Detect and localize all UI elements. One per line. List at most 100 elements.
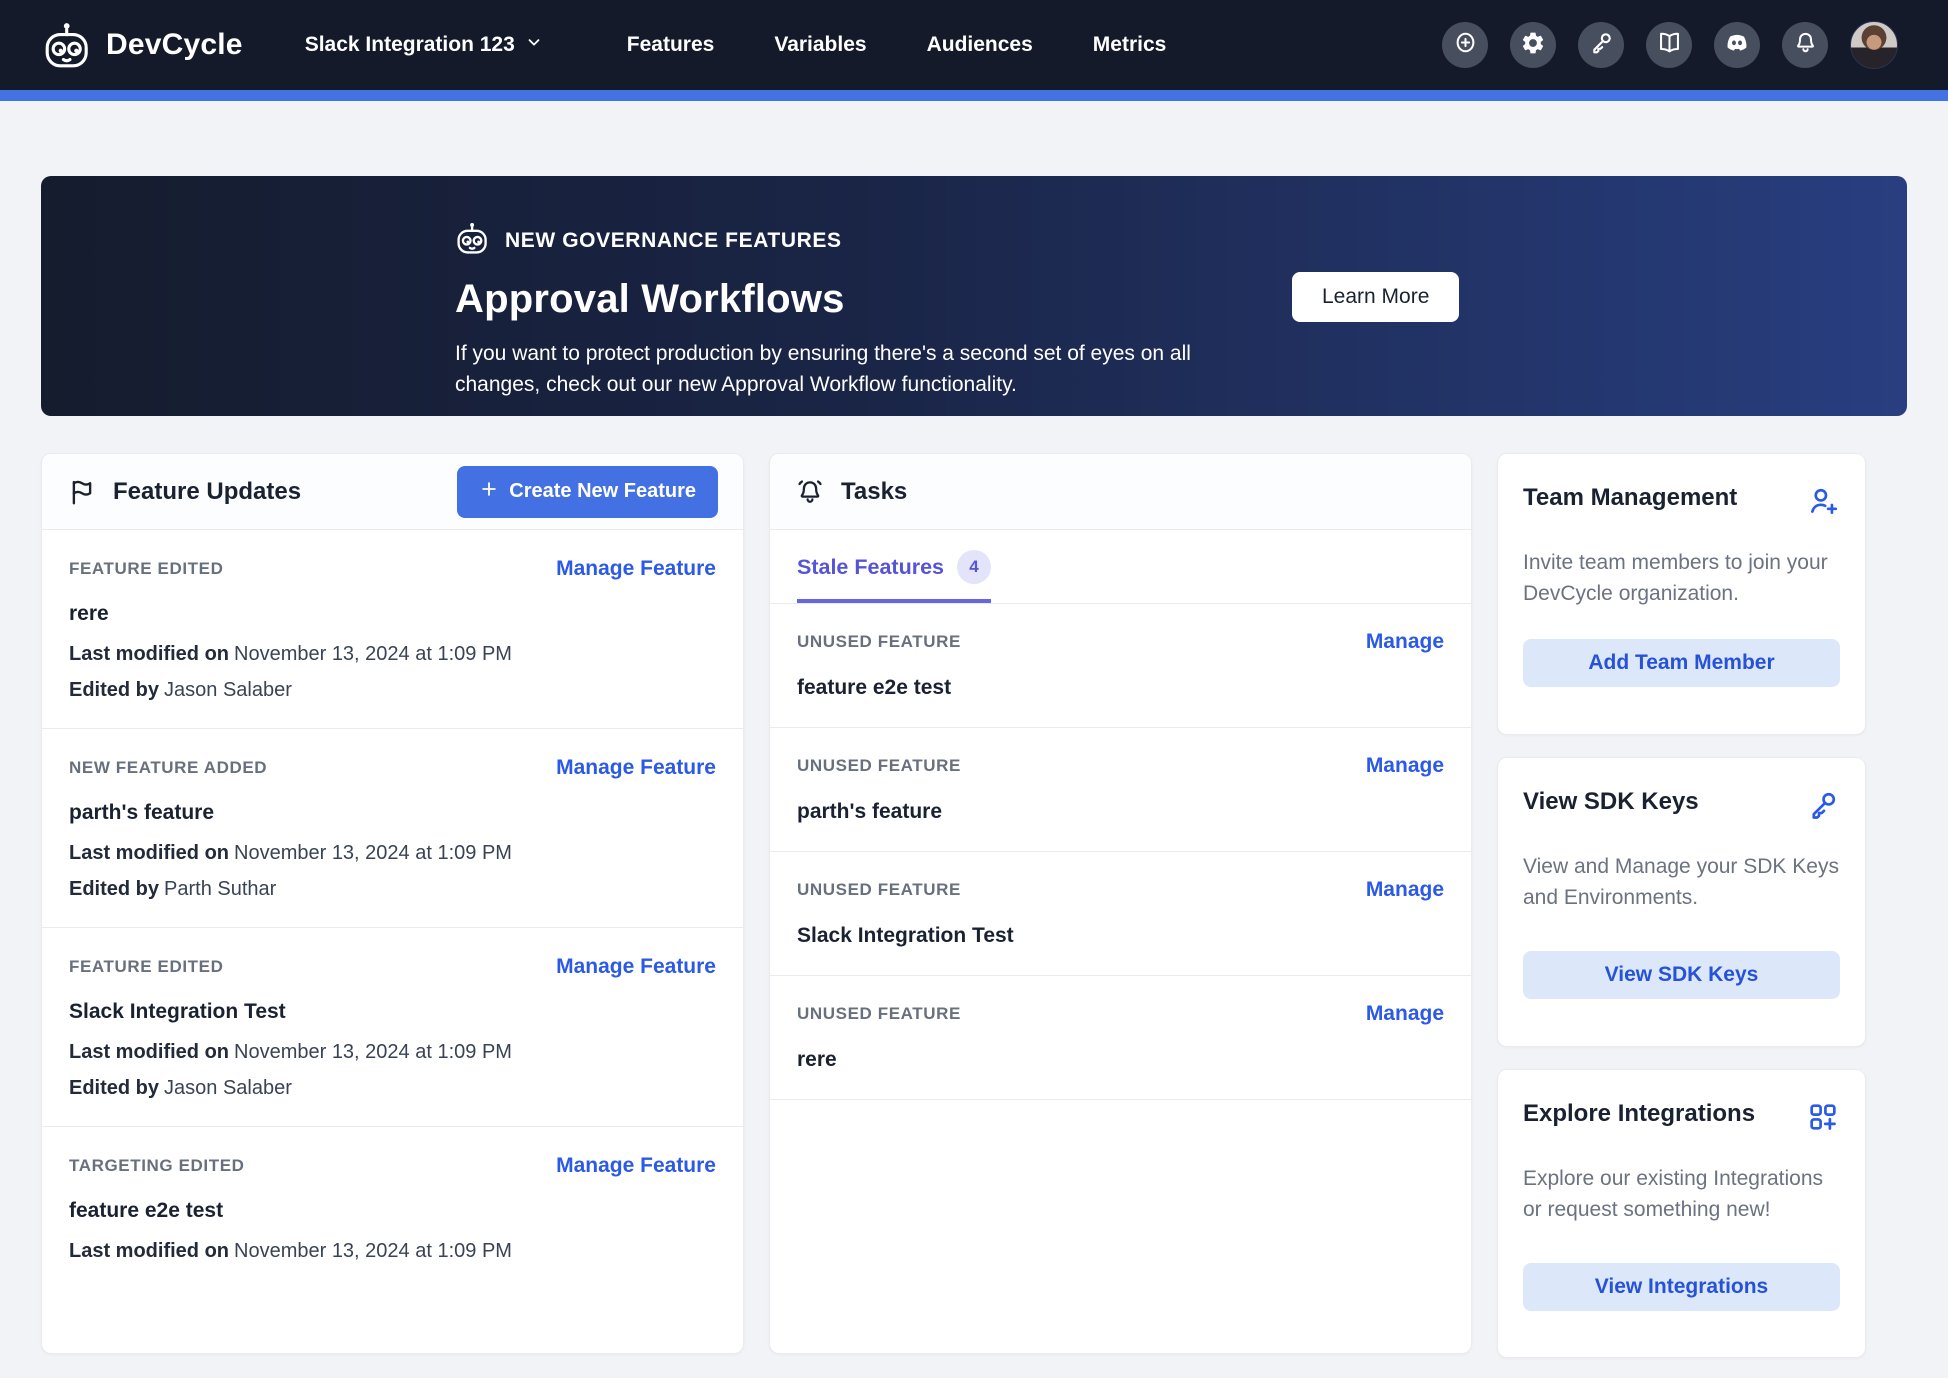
manage-link[interactable]: Manage bbox=[1366, 878, 1444, 902]
tasks-title: Tasks bbox=[841, 478, 907, 506]
entry-edited-by: Edited byJason Salaber bbox=[69, 679, 716, 702]
user-avatar[interactable] bbox=[1850, 21, 1898, 69]
banner-eyebrow: NEW GOVERNANCE FEATURES bbox=[505, 229, 842, 253]
explore-integrations-card: Explore Integrations Explore our existin… bbox=[1497, 1069, 1866, 1358]
robot-icon bbox=[455, 220, 491, 261]
nav-link-features[interactable]: Features bbox=[627, 33, 715, 57]
docs-button[interactable] bbox=[1646, 22, 1692, 68]
view-integrations-button[interactable]: View Integrations bbox=[1523, 1263, 1840, 1311]
banner-description: If you want to protect production by ens… bbox=[455, 338, 1235, 400]
settings-button[interactable] bbox=[1510, 22, 1556, 68]
add-button[interactable] bbox=[1442, 22, 1488, 68]
entry-last-modified: Last modified onNovember 13, 2024 at 1:0… bbox=[69, 643, 716, 666]
bell-icon bbox=[1792, 29, 1819, 61]
feature-update-entry: TARGETING EDITED Manage Feature feature … bbox=[42, 1127, 743, 1289]
entry-last-modified: Last modified onNovember 13, 2024 at 1:0… bbox=[69, 1240, 716, 1263]
plus-icon bbox=[479, 479, 499, 505]
notifications-button[interactable] bbox=[1782, 22, 1828, 68]
entry-type-label: NEW FEATURE ADDED bbox=[69, 758, 267, 778]
manage-feature-link[interactable]: Manage Feature bbox=[556, 557, 716, 581]
banner-title: Approval Workflows bbox=[455, 277, 1235, 322]
devcycle-logo[interactable]: DevCycle bbox=[42, 19, 243, 71]
project-selector[interactable]: Slack Integration 123 bbox=[305, 33, 543, 57]
manage-link[interactable]: Manage bbox=[1366, 630, 1444, 654]
tab-count-badge: 4 bbox=[957, 550, 991, 584]
feature-update-entry: FEATURE EDITED Manage Feature Slack Inte… bbox=[42, 928, 743, 1127]
manage-feature-link[interactable]: Manage Feature bbox=[556, 756, 716, 780]
entry-last-modified: Last modified onNovember 13, 2024 at 1:0… bbox=[69, 842, 716, 865]
add-team-member-button[interactable]: Add Team Member bbox=[1523, 639, 1840, 687]
feature-update-entry: FEATURE EDITED Manage Feature rere Last … bbox=[42, 530, 743, 729]
task-feature-name: rere bbox=[797, 1048, 1444, 1072]
entry-feature-name: feature e2e test bbox=[69, 1199, 716, 1223]
entry-feature-name: Slack Integration Test bbox=[69, 1000, 716, 1024]
flag-icon bbox=[67, 477, 97, 507]
devcycle-robot-icon bbox=[42, 19, 94, 71]
manage-feature-link[interactable]: Manage Feature bbox=[556, 1154, 716, 1178]
entry-last-modified: Last modified onNovember 13, 2024 at 1:0… bbox=[69, 1041, 716, 1064]
explore-integrations-title: Explore Integrations bbox=[1523, 1100, 1755, 1128]
feature-update-entry: NEW FEATURE ADDED Manage Feature parth's… bbox=[42, 729, 743, 928]
team-management-title: Team Management bbox=[1523, 484, 1737, 512]
entry-edited-by: Edited byParth Suthar bbox=[69, 878, 716, 901]
settings-gear-icon bbox=[1520, 30, 1546, 61]
key-icon bbox=[1806, 788, 1840, 827]
nav-link-audiences[interactable]: Audiences bbox=[927, 33, 1033, 57]
task-type-label: UNUSED FEATURE bbox=[797, 632, 961, 652]
learn-more-button[interactable]: Learn More bbox=[1292, 272, 1459, 322]
task-item: UNUSED FEATURE Manage parth's feature bbox=[770, 728, 1471, 852]
entry-feature-name: parth's feature bbox=[69, 801, 716, 825]
entry-type-label: FEATURE EDITED bbox=[69, 957, 223, 977]
chevron-down-icon bbox=[525, 33, 543, 57]
discord-icon bbox=[1723, 29, 1751, 62]
entry-feature-name: rere bbox=[69, 602, 716, 626]
explore-integrations-description: Explore our existing Integrations or req… bbox=[1523, 1163, 1840, 1225]
team-management-description: Invite team members to join your DevCycl… bbox=[1523, 547, 1840, 609]
nav-actions bbox=[1442, 21, 1898, 69]
nav-link-metrics[interactable]: Metrics bbox=[1093, 33, 1167, 57]
manage-feature-link[interactable]: Manage Feature bbox=[556, 955, 716, 979]
task-feature-name: feature e2e test bbox=[797, 676, 1444, 700]
brand-name: DevCycle bbox=[106, 28, 243, 62]
nav-link-variables[interactable]: Variables bbox=[774, 33, 866, 57]
task-type-label: UNUSED FEATURE bbox=[797, 756, 961, 776]
task-type-label: UNUSED FEATURE bbox=[797, 1004, 961, 1024]
tab-label: Stale Features bbox=[797, 555, 944, 580]
create-new-feature-button[interactable]: Create New Feature bbox=[457, 466, 718, 518]
create-new-feature-label: Create New Feature bbox=[509, 480, 696, 503]
task-type-label: UNUSED FEATURE bbox=[797, 880, 961, 900]
add-icon bbox=[1452, 29, 1479, 61]
devcycle-dashboard: DevCycle Slack Integration 123 Features … bbox=[0, 0, 1948, 1378]
entry-type-label: FEATURE EDITED bbox=[69, 559, 223, 579]
task-item: UNUSED FEATURE Manage rere bbox=[770, 976, 1471, 1100]
tab-stale-features[interactable]: Stale Features 4 bbox=[797, 550, 991, 603]
sdk-keys-button[interactable] bbox=[1578, 22, 1624, 68]
tasks-tab-row: Stale Features 4 bbox=[770, 530, 1471, 604]
person-add-icon bbox=[1806, 484, 1840, 523]
discord-button[interactable] bbox=[1714, 22, 1760, 68]
manage-link[interactable]: Manage bbox=[1366, 754, 1444, 778]
announcement-banner: NEW GOVERNANCE FEATURES Approval Workflo… bbox=[41, 176, 1907, 416]
top-nav: DevCycle Slack Integration 123 Features … bbox=[0, 0, 1948, 90]
view-sdk-keys-title: View SDK Keys bbox=[1523, 788, 1699, 816]
view-sdk-keys-button[interactable]: View SDK Keys bbox=[1523, 951, 1840, 999]
view-sdk-keys-description: View and Manage your SDK Keys and Enviro… bbox=[1523, 851, 1840, 913]
task-feature-name: parth's feature bbox=[797, 800, 1444, 824]
side-column: Team Management Invite team members to j… bbox=[1497, 453, 1866, 1358]
entry-type-label: TARGETING EDITED bbox=[69, 1156, 245, 1176]
integrations-grid-plus-icon bbox=[1806, 1100, 1840, 1139]
feature-updates-title: Feature Updates bbox=[113, 478, 301, 506]
manage-link[interactable]: Manage bbox=[1366, 1002, 1444, 1026]
key-icon bbox=[1588, 29, 1615, 61]
tasks-card: Tasks Stale Features 4 UNUSED FEATURE Ma… bbox=[769, 453, 1472, 1354]
project-selector-label: Slack Integration 123 bbox=[305, 33, 515, 57]
task-item: UNUSED FEATURE Manage feature e2e test bbox=[770, 604, 1471, 728]
feature-updates-card: Feature Updates Create New Feature FEATU… bbox=[41, 453, 744, 1354]
task-item: UNUSED FEATURE Manage Slack Integration … bbox=[770, 852, 1471, 976]
tasks-bell-icon bbox=[795, 477, 825, 507]
nav-links: Features Variables Audiences Metrics bbox=[627, 33, 1167, 57]
team-management-card: Team Management Invite team members to j… bbox=[1497, 453, 1866, 735]
view-sdk-keys-card: View SDK Keys View and Manage your SDK K… bbox=[1497, 757, 1866, 1047]
accent-bar bbox=[0, 90, 1948, 101]
task-feature-name: Slack Integration Test bbox=[797, 924, 1444, 948]
